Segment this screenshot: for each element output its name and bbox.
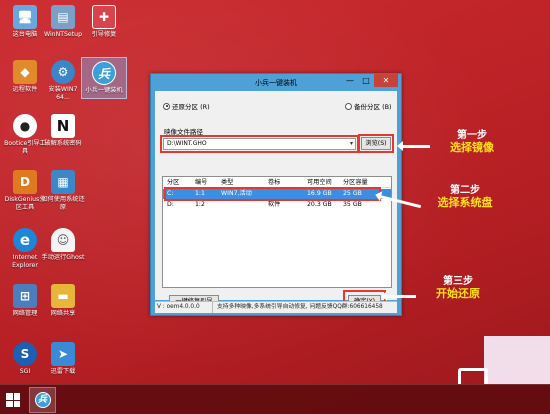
setup-icon: ▤ xyxy=(51,5,75,29)
partition-table: 分区 编号 类型 卷标 可用空间 分区容量 C: 1:1 WIN7,活动 16.… xyxy=(162,176,392,288)
thunder-icon: ➤ xyxy=(51,342,75,366)
taskbar-app-xiaobing[interactable]: 兵 xyxy=(29,387,56,413)
step2-highlight xyxy=(164,187,381,201)
desktop-icon-share[interactable]: ▬ 网络共享 xyxy=(41,284,85,318)
remote-icon: ◆ xyxy=(13,60,37,84)
step1-annotation: 第一步 选择镜像 xyxy=(432,130,512,154)
share-folder-icon: ▬ xyxy=(51,284,75,308)
version-text: V : oem4.0.0.0 xyxy=(155,302,213,313)
bootice-icon: ● xyxy=(13,114,37,138)
table-cell: D: xyxy=(167,201,174,208)
radio-unselected-icon xyxy=(345,102,352,110)
maximize-button[interactable]: □ xyxy=(358,74,374,87)
desktop-icon-install-win7[interactable]: ⚙ 安装WIN7 64... xyxy=(41,60,85,101)
ghost-icon: ☺ xyxy=(51,228,75,252)
install-icon: ⚙ xyxy=(51,60,75,84)
table-row[interactable]: D: 1:2 软件 20.3 GB 35 GB xyxy=(163,200,391,210)
watermark-logo xyxy=(458,336,550,384)
restore-partition-label: 还原分区 (R) xyxy=(172,103,210,111)
taskbar: 兵 xyxy=(0,384,550,414)
table-cell: 1:2 xyxy=(195,201,205,208)
repair-kit-icon: ✚ xyxy=(92,5,116,29)
desktop-icon-boot-repair[interactable]: ✚ 引导修复 xyxy=(82,5,126,39)
help-icon: ▦ xyxy=(51,170,75,194)
table-cell: 软件 xyxy=(268,201,281,208)
radio-selected-icon xyxy=(163,102,170,110)
window-body: 还原分区 (R) 备份分区 (B) 映像文件路径 D:\WINT.GHO ▾ 浏… xyxy=(155,91,397,313)
sgi-icon: S xyxy=(13,342,37,366)
step3-arrow-icon xyxy=(381,291,416,301)
table-cell: 20.3 GB xyxy=(307,201,332,208)
restore-partition-radio[interactable]: 还原分区 (R) xyxy=(163,101,210,111)
status-bar: V : oem4.0.0.0 支持多种映像,多系统引导自动修复, 问题反馈QQ群… xyxy=(155,301,397,313)
desktop-icon-ghost[interactable]: ☺ 手动运行Ghost xyxy=(41,228,85,262)
window-controls: — □ ✕ xyxy=(342,74,398,87)
minimize-button[interactable]: — xyxy=(342,74,358,87)
table-cell: 35 GB xyxy=(343,201,362,208)
browse-button[interactable]: 浏览(S) xyxy=(361,137,391,150)
ie-icon: e xyxy=(13,228,37,252)
desktop-icon-winntsetup[interactable]: ▤ WinNTSetup xyxy=(41,5,85,39)
image-path-combobox[interactable]: D:\WINT.GHO ▾ xyxy=(163,138,356,150)
step3-annotation: 第三步 开始还原 xyxy=(418,276,498,300)
windows-start-icon[interactable] xyxy=(6,393,20,407)
chevron-down-icon[interactable]: ▾ xyxy=(350,139,353,149)
status-message: 支持多种映像,多系统引导自动修复, 问题反馈QQ群:606616458 xyxy=(217,304,383,310)
desktop-icon-help[interactable]: ▦ 如何使用系统还原 xyxy=(41,170,85,211)
image-path-value: D:\WINT.GHO xyxy=(167,140,207,147)
diskgenius-icon: D xyxy=(13,170,37,194)
backup-partition-label: 备份分区 (B) xyxy=(354,103,392,111)
desktop-icon-xiaobing[interactable]: 兵 小兵一键装机 xyxy=(81,57,127,99)
xiaobing-icon: 兵 xyxy=(92,61,116,85)
password-icon: N xyxy=(51,114,75,138)
step1-arrow-icon xyxy=(397,141,430,151)
xiaobing-icon: 兵 xyxy=(34,392,51,408)
backup-partition-radio[interactable]: 备份分区 (B) xyxy=(345,101,392,111)
step2-annotation: 第二步 选择系统盘 xyxy=(420,185,510,209)
window-titlebar[interactable]: 小兵一键装机 — □ ✕ xyxy=(151,74,401,91)
step1-text: 选择镜像 xyxy=(450,141,494,154)
desktop-icon-password[interactable]: N 破解系统密码 xyxy=(41,114,85,148)
desktop-icon-thunder[interactable]: ➤ 迅雷下载 xyxy=(41,342,85,376)
network-icon: ⊞ xyxy=(13,284,37,308)
step2-text: 选择系统盘 xyxy=(437,196,493,209)
computer-icon: 🖥 xyxy=(13,5,37,29)
close-button[interactable]: ✕ xyxy=(374,74,398,87)
xiaobing-installer-window: 小兵一键装机 — □ ✕ 还原分区 (R) 备份分区 (B) 映像文件路径 D:… xyxy=(150,73,402,316)
step3-text: 开始还原 xyxy=(436,287,480,300)
